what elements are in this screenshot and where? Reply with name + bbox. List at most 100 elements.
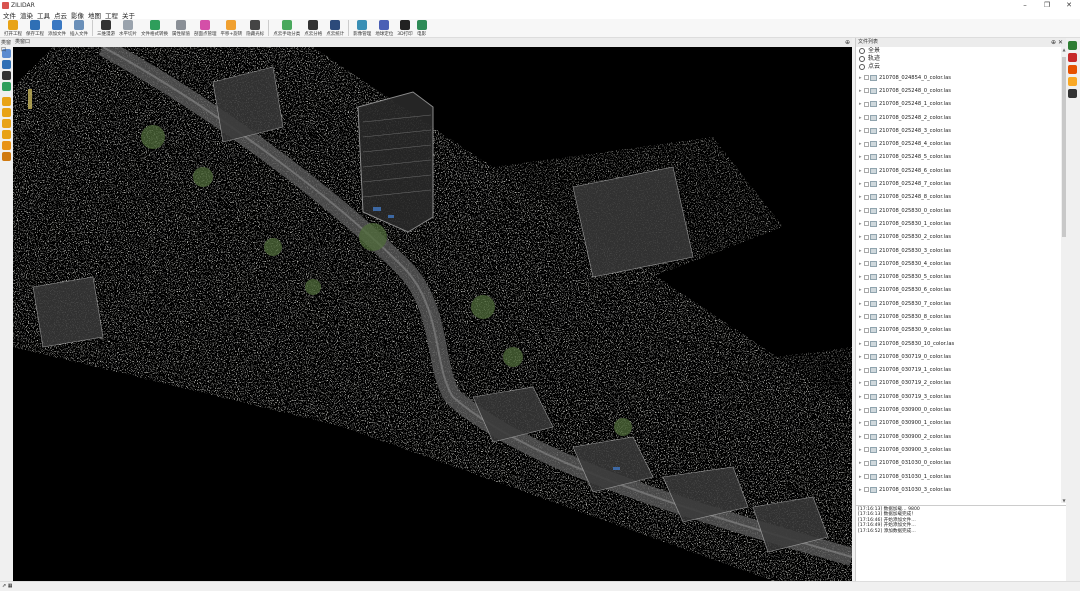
file-list-item[interactable]: ▸ 210708_030719_3_color.las — [856, 390, 1061, 403]
visibility-checkbox[interactable] — [864, 420, 869, 426]
cube-top-icon[interactable] — [2, 141, 11, 150]
layer-orange-icon[interactable] — [1068, 65, 1077, 74]
tree-root-trajectory[interactable]: 轨迹 — [856, 55, 1061, 63]
visibility-checkbox[interactable] — [864, 434, 869, 440]
file-list-item[interactable]: ▸ 210708_030900_1_color.las — [856, 417, 1061, 430]
toolbar-button[interactable]: 插入文件 — [70, 19, 88, 37]
toolbar-button[interactable]: 地球定位 — [375, 19, 393, 37]
visibility-checkbox[interactable] — [864, 128, 869, 134]
file-list-item[interactable]: ▸ 210708_031030_1_color.las — [856, 470, 1061, 483]
visibility-checkbox[interactable] — [864, 367, 869, 373]
minimize-button[interactable]: – — [1014, 0, 1036, 10]
menu-item[interactable]: 影像 — [71, 10, 84, 20]
menu-item[interactable]: 文件 — [3, 10, 16, 20]
toolbar-button[interactable]: 剖面点管理 — [194, 19, 217, 37]
menu-item[interactable]: 地图 — [88, 10, 101, 20]
file-list-item[interactable]: ▸ 210708_025830_9_color.las — [856, 324, 1061, 337]
cube-left-icon[interactable] — [2, 119, 11, 128]
file-list-item[interactable]: ▸ 210708_025830_1_color.las — [856, 217, 1061, 230]
file-list-item[interactable]: ▸ 210708_025248_7_color.las — [856, 177, 1061, 190]
file-list-item[interactable]: ▸ 210708_025248_8_color.las — [856, 191, 1061, 204]
visibility-checkbox[interactable] — [864, 194, 869, 200]
toolbar-button[interactable]: 3D打印 — [397, 19, 413, 37]
visibility-checkbox[interactable] — [864, 75, 869, 81]
pin-icon[interactable]: ⊕ — [845, 39, 850, 46]
cube-right-icon[interactable] — [2, 130, 11, 139]
file-list-item[interactable]: ▸ 210708_030719_2_color.las — [856, 377, 1061, 390]
visibility-checkbox[interactable] — [864, 354, 869, 360]
file-list-item[interactable]: ▸ 210708_025830_5_color.las — [856, 270, 1061, 283]
file-list-item[interactable]: ▸ 210708_025830_3_color.las — [856, 244, 1061, 257]
layer-yellow-icon[interactable] — [1068, 77, 1077, 86]
visibility-checkbox[interactable] — [864, 88, 869, 94]
file-list-item[interactable]: ▸ 210708_025248_6_color.las — [856, 164, 1061, 177]
toolbar-button[interactable]: 电影 — [416, 19, 427, 37]
visibility-checkbox[interactable] — [864, 274, 869, 280]
file-list-item[interactable]: ▸ 210708_025248_0_color.las — [856, 84, 1061, 97]
visibility-checkbox[interactable] — [864, 181, 869, 187]
visibility-checkbox[interactable] — [864, 460, 869, 466]
toolbar-button[interactable]: 点云手动分类 — [273, 19, 300, 37]
file-list-item[interactable]: ▸ 210708_031030_0_color.las — [856, 457, 1061, 470]
visibility-checkbox[interactable] — [864, 301, 869, 307]
file-list-item[interactable]: ▸ 210708_030719_0_color.las — [856, 350, 1061, 363]
menu-item[interactable]: 点云 — [54, 10, 67, 20]
toolbar-button[interactable]: 影像管理 — [353, 19, 371, 37]
file-list-item[interactable]: ▸ 210708_030900_2_color.las — [856, 430, 1061, 443]
zoom-icon[interactable] — [2, 82, 11, 91]
visibility-checkbox[interactable] — [864, 394, 869, 400]
toolbar-button[interactable]: 添加文件 — [48, 19, 66, 37]
cube-front-icon[interactable] — [2, 97, 11, 106]
visibility-checkbox[interactable] — [864, 208, 869, 214]
file-list-item[interactable]: ▸ 210708_025830_7_color.las — [856, 297, 1061, 310]
toolbar-button[interactable]: 三维漫游 — [97, 19, 115, 37]
menu-item[interactable]: 工程 — [105, 10, 118, 20]
file-list-item[interactable]: ▸ 210708_025830_0_color.las — [856, 204, 1061, 217]
file-list-item[interactable]: ▸ 210708_025248_3_color.las — [856, 124, 1061, 137]
menu-item[interactable]: 渲染 — [20, 10, 33, 20]
toolbar-button[interactable]: 水平切片 — [119, 19, 137, 37]
visibility-checkbox[interactable] — [864, 154, 869, 160]
file-list-item[interactable]: ▸ 210708_025830_8_color.las — [856, 310, 1061, 323]
file-list-item[interactable]: ▸ 210708_025830_2_color.las — [856, 231, 1061, 244]
visibility-checkbox[interactable] — [864, 141, 869, 147]
visibility-checkbox[interactable] — [864, 168, 869, 174]
visibility-checkbox[interactable] — [864, 447, 869, 453]
point-cloud-viewport[interactable] — [13, 47, 852, 581]
toolbar-button[interactable]: 平移+旋转 — [221, 19, 242, 37]
visibility-checkbox[interactable] — [864, 261, 869, 267]
visibility-checkbox[interactable] — [864, 474, 869, 480]
file-list-item[interactable]: ▸ 210708_030900_0_color.las — [856, 403, 1061, 416]
file-list-item[interactable]: ▸ 210708_025830_6_color.las — [856, 284, 1061, 297]
toolbar-button[interactable]: 保存工程 — [26, 19, 44, 37]
file-list-item[interactable]: ▸ 210708_025830_4_color.las — [856, 257, 1061, 270]
file-list-item[interactable]: ▸ 210708_030719_1_color.las — [856, 364, 1061, 377]
cube-bottom-icon[interactable] — [2, 152, 11, 161]
toolbar-button[interactable]: 点云分格 — [304, 19, 322, 37]
file-list-item[interactable]: ▸ 210708_024854_0_color.las — [856, 71, 1061, 84]
globe-small-icon[interactable] — [2, 60, 11, 69]
cross-icon[interactable] — [1068, 89, 1077, 98]
fit-icon[interactable] — [2, 71, 11, 80]
toolbar-button[interactable]: 隐藏光标 — [246, 19, 264, 37]
visibility-checkbox[interactable] — [864, 314, 869, 320]
tree-root-panorama[interactable]: 全景 — [856, 47, 1061, 55]
visibility-checkbox[interactable] — [864, 115, 869, 121]
file-list-item[interactable]: ▸ 210708_031030_3_color.las — [856, 483, 1061, 496]
toolbar-button[interactable]: 文件格式转换 — [141, 19, 168, 37]
menu-item[interactable]: 工具 — [37, 10, 50, 20]
file-list-item[interactable]: ▸ 210708_025248_5_color.las — [856, 151, 1061, 164]
binocular-icon[interactable] — [1068, 41, 1077, 50]
tree-root-pointcloud[interactable]: 点云 — [856, 63, 1061, 71]
visibility-checkbox[interactable] — [864, 407, 869, 413]
visibility-checkbox[interactable] — [864, 234, 869, 240]
visibility-checkbox[interactable] — [864, 327, 869, 333]
file-list-item[interactable]: ▸ 210708_025248_4_color.las — [856, 137, 1061, 150]
visibility-checkbox[interactable] — [864, 221, 869, 227]
toolbar-button[interactable]: 点云统计 — [326, 19, 344, 37]
file-list-item[interactable]: ▸ 210708_025248_1_color.las — [856, 98, 1061, 111]
visibility-checkbox[interactable] — [864, 101, 869, 107]
file-list-item[interactable]: ▸ 210708_025830_10_color.las — [856, 337, 1061, 350]
visibility-checkbox[interactable] — [864, 341, 869, 347]
maximize-button[interactable]: ❐ — [1036, 0, 1058, 10]
